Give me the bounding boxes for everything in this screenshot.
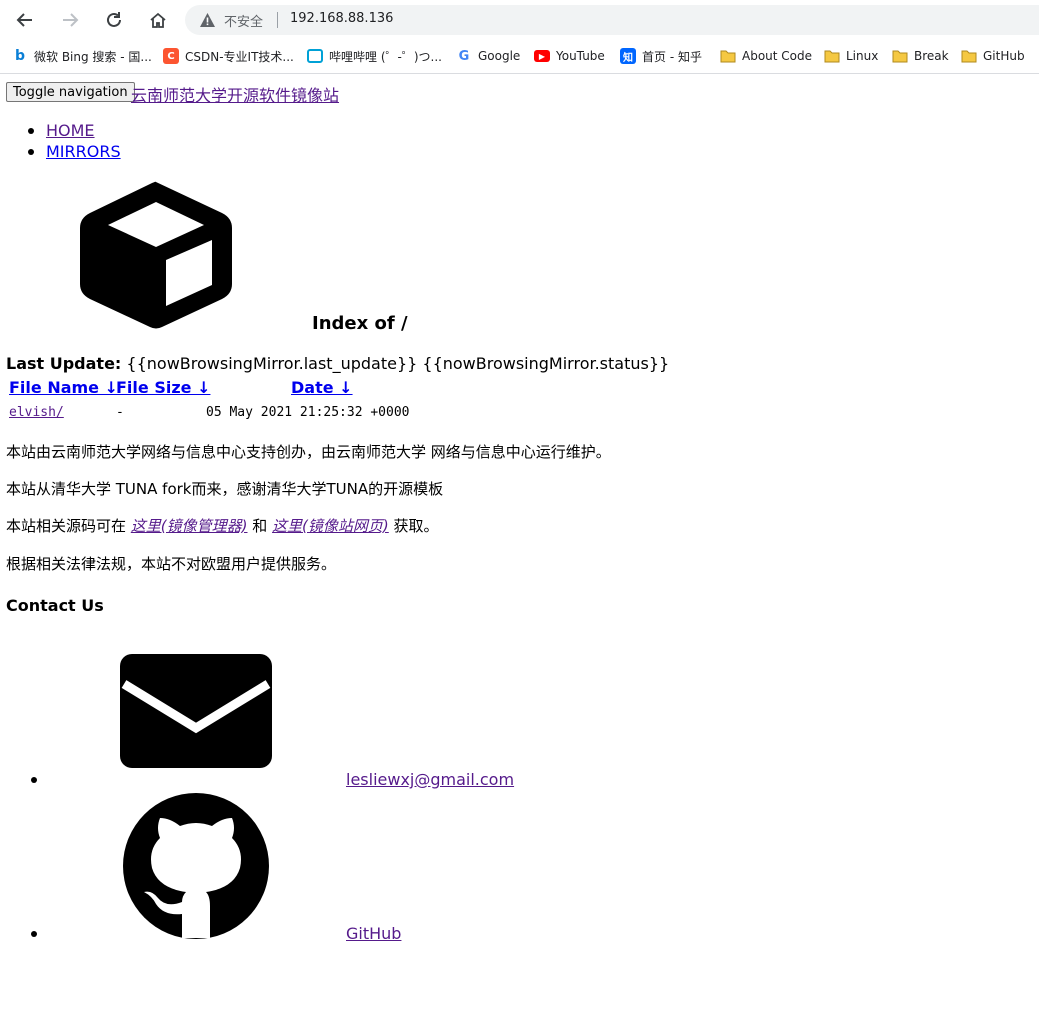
nav-link-home[interactable]: HOME: [46, 121, 95, 140]
bilibili-icon: [307, 49, 323, 63]
mirror-web-source-link[interactable]: 这里(镜像站网页): [272, 517, 389, 535]
package-box-icon: [80, 181, 232, 329]
column-header-file-size[interactable]: File Size ↓: [116, 378, 210, 397]
bookmark-label: 首页 - 知乎: [642, 49, 702, 64]
folder-icon: [720, 50, 736, 63]
nav-item-home: HOME: [28, 120, 121, 141]
contact-heading: Contact Us: [6, 596, 104, 615]
file-date-cell: 05 May 2021 21:25:32 +0000: [206, 405, 410, 420]
folder-icon: [824, 50, 840, 63]
toggle-navigation-button[interactable]: Toggle navigation: [6, 82, 135, 102]
source-text-prefix: 本站相关源码可在: [6, 517, 131, 535]
forward-arrow-icon: [63, 13, 79, 27]
youtube-icon: ▶: [534, 50, 550, 62]
csdn-icon: C: [163, 48, 179, 64]
bing-icon: b: [14, 48, 26, 64]
back-button[interactable]: [9, 4, 41, 36]
address-separator: [277, 12, 278, 28]
bookmark-label: YouTube: [556, 49, 605, 63]
reload-button[interactable]: [98, 4, 130, 36]
list-bullet: [31, 777, 37, 783]
bookmark-folder-linux[interactable]: Linux: [824, 45, 878, 67]
reload-icon: [107, 12, 121, 27]
source-text-suffix: 获取。: [388, 517, 439, 535]
about-paragraph-3: 本站相关源码可在 这里(镜像管理器) 和 这里(镜像站网页) 获取。: [6, 515, 439, 536]
bookmark-folder-github[interactable]: GitHub: [961, 45, 1025, 67]
bookmark-google[interactable]: G Google: [456, 45, 521, 67]
about-paragraph-1: 本站由云南师范大学网络与信息中心支持创办，由云南师范大学 网络与信息中心运行维护…: [6, 443, 611, 461]
column-header-file-name[interactable]: File Name ↓: [9, 378, 118, 397]
mail-icon: [120, 654, 272, 768]
last-update-label: Last Update:: [6, 354, 122, 373]
column-header-date[interactable]: Date ↓: [291, 378, 353, 397]
browser-toolbar: 不安全 192.168.88.136: [0, 0, 1039, 40]
zhihu-icon: 知: [620, 48, 636, 64]
contact-email-link[interactable]: lesliewxj@gmail.com: [346, 770, 514, 789]
home-button[interactable]: [142, 4, 174, 36]
bookmark-youtube[interactable]: ▶ YouTube: [534, 45, 605, 67]
bookmark-folder-about-code[interactable]: About Code: [720, 45, 812, 67]
bookmark-bilibili[interactable]: 哔哩哔哩 (゜-゜)つ...: [307, 45, 442, 67]
contact-github-link[interactable]: GitHub: [346, 924, 401, 943]
warning-icon: [200, 13, 215, 27]
browser-chrome: 不安全 192.168.88.136 b 微软 Bing 搜索 - 国... C…: [0, 0, 1039, 74]
bookmark-label: Linux: [846, 49, 879, 63]
bookmarks-bar: b 微软 Bing 搜索 - 国... C CSDN-专业IT技术... 哔哩哔…: [0, 40, 1039, 73]
bookmark-label: 微软 Bing 搜索 - 国...: [34, 49, 152, 64]
address-bar[interactable]: 不安全 192.168.88.136: [185, 5, 1039, 35]
bookmark-folder-break[interactable]: Break: [892, 45, 949, 67]
github-icon: [123, 793, 269, 939]
google-icon: G: [458, 48, 470, 64]
bookmark-zhihu[interactable]: 知 首页 - 知乎: [620, 45, 702, 67]
bookmark-label: Google: [478, 49, 521, 63]
last-update-line: Last Update: {{nowBrowsingMirror.last_up…: [6, 354, 669, 373]
file-size-cell: -: [116, 405, 124, 420]
bookmark-label: CSDN-专业IT技术...: [185, 49, 294, 64]
bookmark-label: Break: [914, 49, 949, 63]
about-paragraph-4: 根据相关法律法规，本站不对欧盟用户提供服务。: [6, 555, 337, 573]
folder-icon: [961, 50, 977, 63]
bookmark-label: About Code: [742, 49, 813, 63]
url-text[interactable]: 192.168.88.136: [290, 11, 393, 26]
back-arrow-icon: [16, 13, 32, 27]
about-paragraph-2: 本站从清华大学 TUNA fork而来，感谢清华大学TUNA的开源模板: [6, 480, 444, 498]
bookmark-label: 哔哩哔哩 (゜-゜)つ...: [329, 49, 442, 64]
forward-button[interactable]: [54, 4, 86, 36]
page-content: Toggle navigation 云南师范大学开源软件镜像站 HOME MIR…: [0, 74, 1039, 1009]
main-nav: HOME MIRRORS: [28, 120, 121, 162]
mirror-manager-source-link[interactable]: 这里(镜像管理器): [131, 517, 248, 535]
bookmark-label: GitHub: [983, 49, 1025, 63]
site-brand-link[interactable]: 云南师范大学开源软件镜像站: [131, 82, 339, 106]
insecure-label: 不安全: [224, 15, 264, 30]
bookmark-bing[interactable]: b 微软 Bing 搜索 - 国...: [12, 45, 152, 67]
bookmark-csdn[interactable]: C CSDN-专业IT技术...: [163, 45, 294, 67]
folder-icon: [892, 50, 908, 63]
list-bullet: [31, 931, 37, 937]
last-update-value: {{nowBrowsingMirror.last_update}} {{nowB…: [126, 354, 670, 373]
index-title: Index of /: [312, 313, 408, 334]
nav-item-mirrors: MIRRORS: [28, 141, 121, 162]
file-link-elvish[interactable]: elvish/: [9, 405, 64, 420]
source-text-mid: 和: [247, 517, 273, 535]
nav-link-mirrors[interactable]: MIRRORS: [46, 142, 121, 161]
home-icon: [150, 12, 166, 28]
